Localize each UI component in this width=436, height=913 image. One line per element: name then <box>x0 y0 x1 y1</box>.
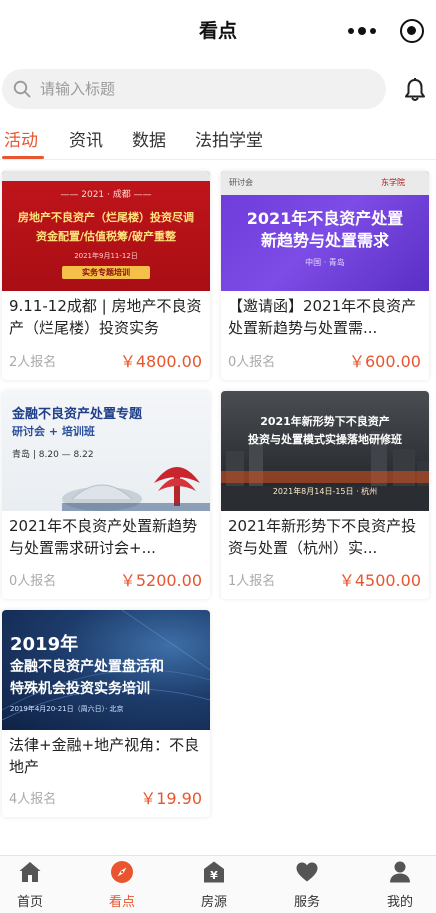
tab-data[interactable]: 数据 <box>132 126 166 151</box>
signup-count: 2人报名 <box>9 355 57 370</box>
thumbnail-text: 资金配置/估值税筹/破产重整 <box>35 230 177 243</box>
signup-count: 1人报名 <box>228 574 276 589</box>
thumbnail-text: 2019年4月20-21日（周六日）· 北京 <box>10 705 124 713</box>
event-card[interactable]: 2019年 金融不良资产处置盘活和 特殊机会投资实务培训 2019年4月20-2… <box>2 610 210 817</box>
search-icon <box>13 80 31 98</box>
signup-count: 0人报名 <box>228 355 276 370</box>
signup-count: 0人报名 <box>9 574 57 589</box>
event-price: ￥600.00 <box>349 352 421 371</box>
event-price: ￥4800.00 <box>119 352 202 371</box>
thumbnail-text: 新趋势与处置需求 <box>260 231 389 250</box>
event-title: 9.11-12成都 | 房地产不良资产（烂尾楼）投资实务 <box>9 297 202 337</box>
thumbnail-text: 金融不良资产处置专题 <box>12 407 143 422</box>
nav-highlights[interactable]: 看点 <box>92 856 152 913</box>
event-thumbnail: 研讨会 东学院 2021年不良资产处置 新趋势与处置需求 中国 · 青岛 <box>221 171 429 291</box>
thumbnail-text: —— 2021 · 成都 —— <box>60 190 152 200</box>
thumbnail-text: 2021年新形势下不良资产 <box>260 415 390 428</box>
thumbnail-text: 金融不良资产处置盘活和 <box>10 659 164 675</box>
top-bar: 看点 <box>0 0 436 60</box>
event-title: 2021年新形势下不良资产投资与处置（杭州）实... <box>228 517 417 557</box>
tab-activities[interactable]: 活动 <box>4 126 38 151</box>
event-card[interactable]: 金融不良资产处置专题 研讨会 + 培训班 青岛 | 8.20 — 8.22 20… <box>2 391 210 599</box>
category-tabs: 活动 资讯 数据 法拍学堂 <box>0 118 436 160</box>
nav-listings[interactable]: ¥ 房源 <box>184 856 244 913</box>
event-title: 2021年不良资产处置新趋势与处置需求研讨会+... <box>9 517 198 557</box>
nav-services[interactable]: 服务 <box>277 856 337 913</box>
event-thumbnail: —— 2021 · 成都 —— 房地产不良资产（烂尾楼）投资尽调 资金配置/估值… <box>2 171 210 291</box>
event-thumbnail: 金融不良资产处置专题 研讨会 + 培训班 青岛 | 8.20 — 8.22 <box>2 391 210 511</box>
thumbnail-text: 2021年不良资产处置 <box>246 209 404 228</box>
nav-label: 看点 <box>108 895 135 910</box>
nav-home[interactable]: 首页 <box>0 856 60 913</box>
thumbnail-text: 实务专题培训 <box>82 268 130 277</box>
event-title: 【邀请函】2021年不良资产处置新趋势与处置需... <box>228 297 417 337</box>
event-price: ￥19.90 <box>140 789 202 808</box>
nav-profile[interactable]: 我的 <box>370 856 430 913</box>
thumbnail-text: 特殊机会投资实务培训 <box>10 681 150 697</box>
active-tab-indicator <box>2 156 44 159</box>
compass-icon <box>111 861 133 883</box>
nav-label: 服务 <box>293 895 320 910</box>
thumbnail-text: 中国 · 青岛 <box>305 258 345 267</box>
thumbnail-text: 2019年 <box>10 634 79 655</box>
event-card[interactable]: 2021年新形势下不良资产 投资与处置模式实操落地研修班 2021年8月14日-… <box>221 391 429 599</box>
nav-label: 首页 <box>16 895 43 910</box>
event-title: 法律+金融+地产视角：不良地产 <box>9 736 200 776</box>
event-price: ￥4500.00 <box>338 571 421 590</box>
event-price: ￥5200.00 <box>119 571 202 590</box>
landmark-illustration <box>62 467 210 511</box>
thumbnail-text: 房地产不良资产（烂尾楼）投资尽调 <box>18 211 194 224</box>
more-menu-icon[interactable] <box>348 27 376 36</box>
home-icon <box>19 862 41 882</box>
svg-text:¥: ¥ <box>210 869 218 882</box>
nav-label: 我的 <box>386 895 413 910</box>
user-icon <box>390 861 410 883</box>
search-input[interactable] <box>40 75 360 103</box>
event-card[interactable]: 研讨会 东学院 2021年不良资产处置 新趋势与处置需求 中国 · 青岛 【邀请… <box>221 171 429 380</box>
thumbnail-text: 2021年8月14日-15日 · 杭州 <box>272 487 378 496</box>
event-thumbnail: 2021年新形势下不良资产 投资与处置模式实操落地研修班 2021年8月14日-… <box>221 391 429 511</box>
thumbnail-text: 研讨会 + 培训班 <box>12 425 95 438</box>
event-card[interactable]: —— 2021 · 成都 —— 房地产不良资产（烂尾楼）投资尽调 资金配置/估值… <box>2 171 210 380</box>
thumbnail-text: 投资与处置模式实操落地研修班 <box>248 433 402 446</box>
tab-news[interactable]: 资讯 <box>69 126 103 151</box>
thumbnail-text: 研讨会 <box>229 178 253 187</box>
search-bar[interactable] <box>2 69 386 109</box>
bottom-nav: 首页 看点 ¥ 房源 服务 我的 <box>0 855 436 913</box>
tab-auction-school[interactable]: 法拍学堂 <box>195 126 263 151</box>
nav-label: 房源 <box>200 895 227 910</box>
close-miniprogram-icon[interactable] <box>400 19 424 43</box>
heart-icon <box>296 862 318 882</box>
signup-count: 4人报名 <box>9 792 57 807</box>
thumbnail-text: 东学院 <box>381 178 405 187</box>
event-thumbnail: 2019年 金融不良资产处置盘活和 特殊机会投资实务培训 2019年4月20-2… <box>2 610 210 730</box>
thumbnail-text: 2021年9月11-12日 <box>74 252 138 260</box>
house-yen-icon: ¥ <box>204 861 224 883</box>
bell-icon[interactable] <box>403 77 427 103</box>
